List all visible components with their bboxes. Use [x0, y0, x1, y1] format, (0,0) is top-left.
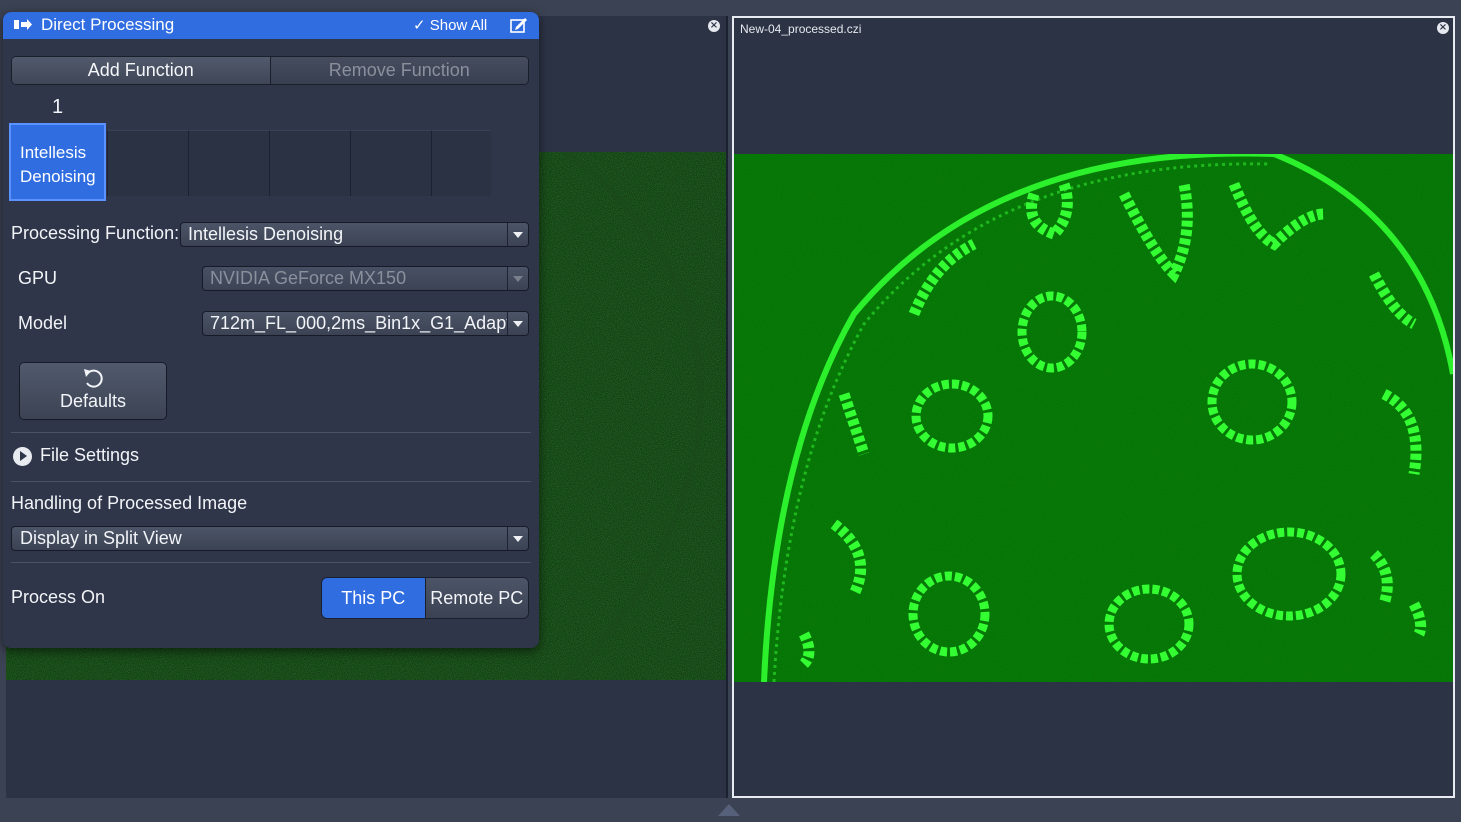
- direct-processing-panel: Direct Processing ✓ Show All Add Functio…: [3, 12, 539, 648]
- slot-number: 1: [52, 96, 64, 118]
- empty-slot[interactable]: [269, 130, 350, 196]
- handling-value: Display in Split View: [20, 528, 182, 548]
- empty-slot[interactable]: [188, 130, 269, 196]
- this-pc-button[interactable]: This PC: [322, 578, 426, 618]
- app-root: × New-04_processed.czi × Direct Processi…: [0, 0, 1461, 822]
- right-image-viewer[interactable]: New-04_processed.czi ×: [732, 16, 1455, 798]
- defaults-button[interactable]: Defaults: [19, 362, 167, 420]
- chevron-down-icon: [507, 267, 528, 290]
- gpu-label: GPU: [18, 268, 58, 288]
- model-value: 712m_FL_000,2ms_Bin1x_G1_Adapt1:: [210, 313, 527, 333]
- undo-icon: [84, 369, 103, 388]
- edit-icon[interactable]: [510, 17, 528, 33]
- chevron-down-icon[interactable]: [507, 223, 528, 246]
- empty-slot[interactable]: [107, 130, 188, 196]
- processing-function-dropdown[interactable]: Intellesis Denoising: [180, 222, 529, 247]
- processing-function-value: Intellesis Denoising: [188, 224, 344, 244]
- empty-slot[interactable]: [350, 130, 431, 196]
- handling-label: Handling of Processed Image: [11, 493, 248, 513]
- file-settings-toggle[interactable]: File Settings: [40, 445, 139, 466]
- process-on-toggle: This PC Remote PC: [321, 577, 529, 619]
- play-icon[interactable]: [13, 447, 32, 466]
- panel-header[interactable]: Direct Processing ✓ Show All: [3, 12, 539, 39]
- panel-undock-icon[interactable]: [13, 18, 33, 32]
- divider: [11, 481, 531, 482]
- slot-label-line2: Denoising: [20, 167, 96, 186]
- close-icon[interactable]: ×: [1437, 22, 1449, 34]
- chevron-down-icon[interactable]: [507, 312, 528, 335]
- slot-label-line1: Intellesis: [20, 143, 87, 162]
- gpu-value: NVIDIA GeForce MX150: [210, 268, 407, 288]
- handling-dropdown[interactable]: Display in Split View: [11, 526, 529, 551]
- function-slots: [107, 130, 491, 196]
- show-all-toggle[interactable]: ✓ Show All: [413, 16, 487, 34]
- processed-image[interactable]: [734, 154, 1453, 682]
- gpu-dropdown[interactable]: NVIDIA GeForce MX150: [202, 266, 529, 291]
- close-icon[interactable]: ×: [708, 20, 720, 32]
- process-on-label: Process On: [11, 587, 106, 607]
- divider: [11, 562, 531, 563]
- model-dropdown[interactable]: 712m_FL_000,2ms_Bin1x_G1_Adapt1:: [202, 311, 529, 336]
- empty-slot[interactable]: [431, 130, 491, 196]
- expand-handle-icon[interactable]: [718, 804, 740, 816]
- active-function-slot[interactable]: Intellesis Denoising: [9, 123, 106, 201]
- viewer-title: New-04_processed.czi: [740, 22, 862, 36]
- function-toolbar: Add Function Remove Function: [11, 56, 529, 85]
- remote-pc-button[interactable]: Remote PC: [425, 578, 528, 618]
- processing-function-label: Processing Function:: [11, 223, 180, 243]
- remove-function-button[interactable]: Remove Function: [270, 57, 528, 84]
- add-function-button[interactable]: Add Function: [12, 57, 271, 84]
- model-label: Model: [18, 313, 68, 333]
- chevron-down-icon[interactable]: [507, 527, 528, 550]
- panel-title: Direct Processing: [41, 15, 175, 34]
- divider: [11, 432, 531, 433]
- defaults-label: Defaults: [59, 391, 127, 411]
